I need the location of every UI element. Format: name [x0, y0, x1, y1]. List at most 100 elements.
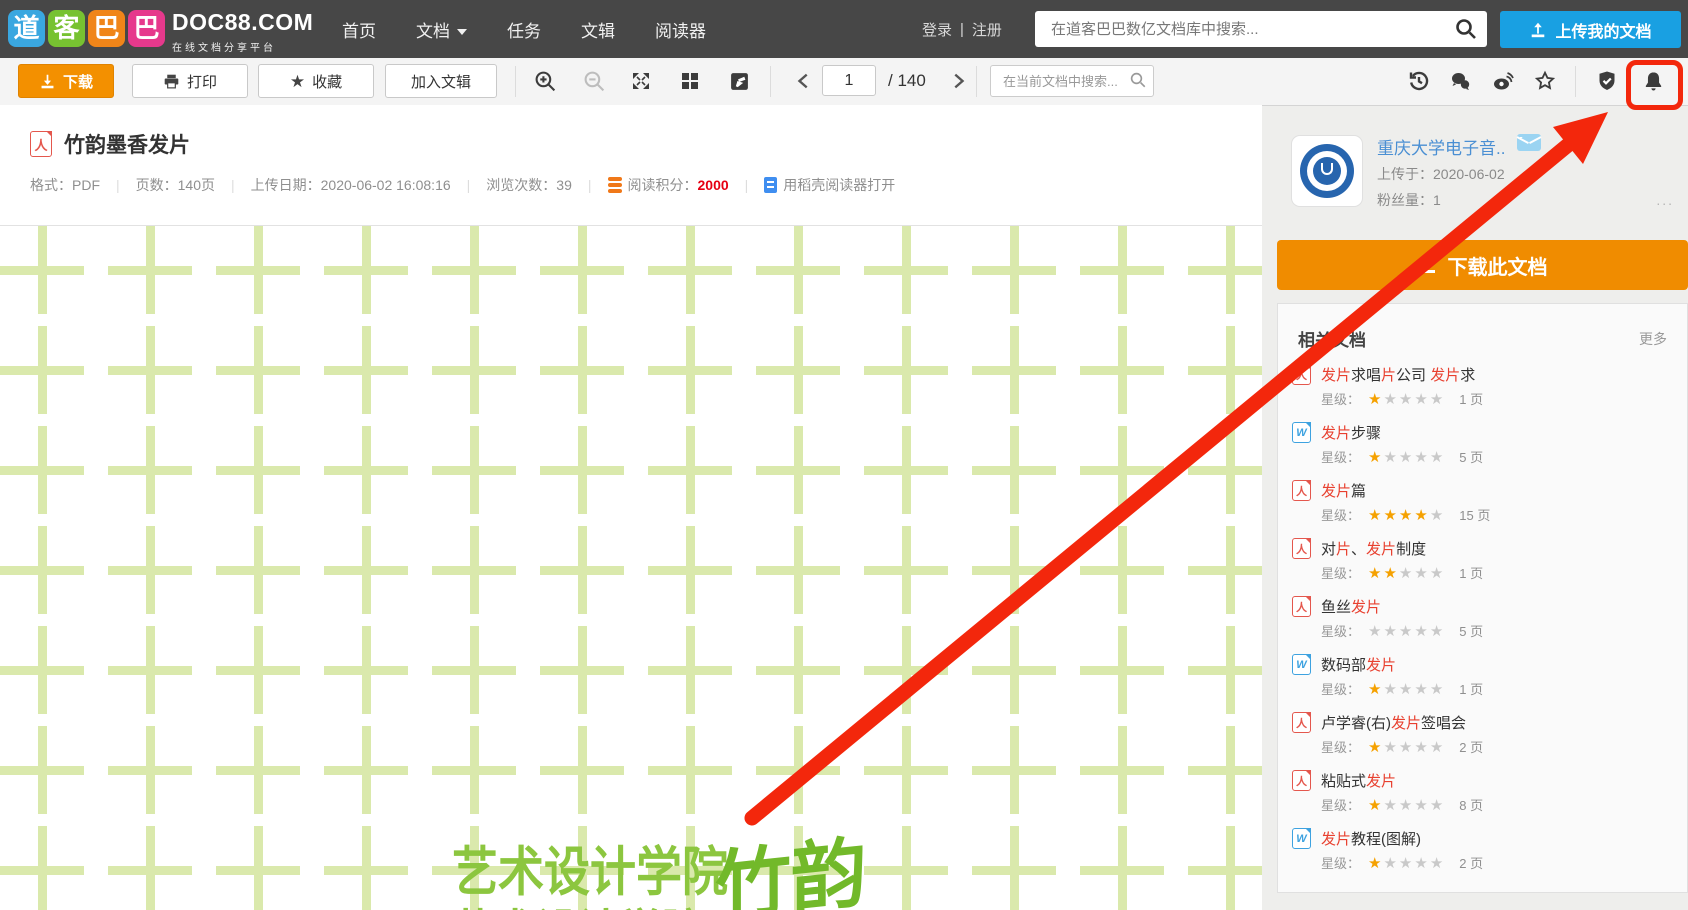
grid-cross-bar	[686, 326, 695, 414]
uploader-name-link[interactable]: 重庆大学电子音..	[1377, 134, 1505, 159]
star-icon: ★	[1383, 565, 1398, 582]
grid-cross-bar	[794, 626, 803, 714]
star-icon: ★	[1399, 391, 1414, 408]
favorite-button[interactable]: ★ 收藏	[258, 64, 374, 98]
related-doc-item[interactable]: 人发片篇星级：★★★★★15 页	[1292, 474, 1673, 532]
download-this-document-button[interactable]: 下载此文档	[1277, 240, 1688, 290]
in-document-search-input[interactable]	[1001, 66, 1125, 96]
related-documents-title: 相关文档	[1298, 326, 1366, 351]
nav-collections[interactable]: 文辑	[581, 17, 615, 42]
grid-cross-bar	[470, 426, 479, 514]
grid-cross-bar	[794, 426, 803, 514]
pdf-file-icon: 人	[1292, 364, 1311, 385]
annotate-icon[interactable]	[725, 67, 753, 95]
star-icon: ★	[1430, 391, 1445, 408]
related-doc-title[interactable]: 发片求唱片公司 发片求	[1321, 364, 1475, 385]
download-button[interactable]: 下载	[18, 64, 114, 98]
star-icon: ★	[1399, 855, 1414, 872]
next-page-icon[interactable]	[944, 67, 972, 95]
download-label: 下载	[63, 71, 93, 92]
meta-value[interactable]: 用稻壳阅读器打开	[783, 175, 895, 195]
rate-star-icon[interactable]	[1531, 67, 1559, 95]
thumbnails-grid-icon[interactable]	[676, 67, 704, 95]
related-doc-title[interactable]: 数码部发片	[1321, 654, 1396, 675]
star-icon: ★	[1414, 391, 1429, 408]
site-search-input[interactable]	[1049, 11, 1443, 47]
fullscreen-icon[interactable]	[627, 67, 655, 95]
star-icon: ★	[1368, 507, 1383, 524]
related-doc-title[interactable]: 卢学睿(右)发片签唱会	[1321, 712, 1466, 733]
nav-home[interactable]: 首页	[342, 17, 376, 42]
related-doc-item[interactable]: W发片步骤星级：★★★★★5 页	[1292, 416, 1673, 474]
grid-cross-bar	[1118, 726, 1127, 814]
nav-docs[interactable]: 文档	[416, 17, 467, 42]
related-doc-item[interactable]: 人卢学睿(右)发片签唱会星级：★★★★★2 页	[1292, 706, 1673, 764]
star-icon: ★	[1383, 449, 1398, 466]
related-doc-title[interactable]: 粘贴式发片	[1321, 770, 1396, 791]
zoom-in-icon[interactable]	[531, 67, 559, 95]
star-icon: ★	[1383, 681, 1398, 698]
uploader-avatar[interactable]	[1292, 136, 1362, 206]
related-doc-title[interactable]: 发片教程(图解)	[1321, 828, 1421, 849]
related-doc-item[interactable]: 人发片求唱片公司 发片求星级：★★★★★1 页	[1292, 358, 1673, 416]
related-doc-title[interactable]: 发片步骤	[1321, 422, 1381, 443]
grid-cross-bar	[1118, 626, 1127, 714]
page-count: 1 页	[1459, 389, 1483, 408]
qq-chat-icon[interactable]	[1446, 67, 1474, 95]
zoom-out-icon[interactable]	[580, 67, 608, 95]
site-identity[interactable]: DOC88.COM 在线文档分享平台	[172, 9, 313, 54]
uploader-more[interactable]: ...	[1656, 192, 1674, 208]
toolbar-divider	[770, 66, 771, 97]
page-number-input[interactable]	[822, 65, 876, 96]
related-doc-title[interactable]: 对片、发片制度	[1321, 538, 1426, 559]
grid-cross-bar	[578, 726, 587, 814]
document-meta: 格式：PDF|页数：140页|上传日期：2020-06-02 16:08:16|…	[30, 175, 895, 195]
related-doc-title[interactable]: 鱼丝发片	[1321, 596, 1381, 617]
site-logo[interactable]: 道客巴巴	[8, 10, 165, 47]
prev-page-icon[interactable]	[790, 67, 818, 95]
related-doc-item[interactable]: 人粘贴式发片星级：★★★★★8 页	[1292, 764, 1673, 822]
grid-cross-bar	[1010, 726, 1019, 814]
related-doc-item[interactable]: W发片教程(图解)星级：★★★★★2 页	[1292, 822, 1673, 880]
upload-my-docs-button[interactable]: 上传我的文档	[1500, 11, 1681, 48]
register-link[interactable]: 注册	[972, 19, 1002, 40]
grid-cross-bar	[686, 626, 695, 714]
grid-cross-bar	[902, 326, 911, 414]
auth-links: 登录 | 注册	[922, 0, 1002, 58]
grid-cross-bar	[362, 526, 371, 614]
add-to-collection-button[interactable]: 加入文辑	[385, 64, 497, 98]
upload-icon	[1529, 21, 1547, 39]
search-icon[interactable]	[1453, 17, 1479, 43]
grid-cross-bar	[254, 826, 263, 910]
related-documents-list: 人发片求唱片公司 发片求星级：★★★★★1 页W发片步骤星级：★★★★★5 页人…	[1292, 358, 1673, 880]
grid-cross-bar	[146, 626, 155, 714]
main-nav: 首页 文档 任务 文辑 阅读器	[342, 0, 746, 58]
related-doc-item[interactable]: 人鱼丝发片星级：★★★★★5 页	[1292, 590, 1673, 648]
related-doc-title[interactable]: 发片篇	[1321, 480, 1366, 501]
grid-cross-bar	[146, 326, 155, 414]
grid-cross-bar	[362, 626, 371, 714]
star-icon: ★	[1414, 681, 1429, 698]
nav-reader[interactable]: 阅读器	[655, 17, 706, 42]
pdf-file-icon: 人	[1292, 480, 1311, 501]
history-icon[interactable]	[1405, 67, 1433, 95]
grid-cross-bar	[902, 626, 911, 714]
related-doc-item[interactable]: 人对片、发片制度星级：★★★★★1 页	[1292, 532, 1673, 590]
toolbar-divider	[1575, 66, 1576, 97]
grid-cross-bar	[38, 226, 47, 314]
star-icon: ★	[1383, 507, 1398, 524]
star-icon: ★	[1414, 855, 1429, 872]
meta-label: 浏览次数：	[486, 175, 556, 195]
login-link[interactable]: 登录	[922, 19, 952, 40]
grid-cross-bar	[362, 826, 371, 910]
print-button[interactable]: 打印	[132, 64, 248, 98]
weibo-icon[interactable]	[1489, 67, 1517, 95]
verified-shield-icon[interactable]	[1593, 67, 1621, 95]
mail-icon[interactable]	[1517, 134, 1541, 151]
document-preview[interactable]: 艺术设计学院 竹韵 艺术设计学院	[0, 226, 1262, 910]
nav-tasks[interactable]: 任务	[507, 17, 541, 42]
pdf-file-icon: 人	[1292, 538, 1311, 559]
related-more-link[interactable]: 更多	[1639, 329, 1667, 349]
related-doc-item[interactable]: W数码部发片星级：★★★★★1 页	[1292, 648, 1673, 706]
doc-search-icon[interactable]	[1128, 71, 1148, 91]
